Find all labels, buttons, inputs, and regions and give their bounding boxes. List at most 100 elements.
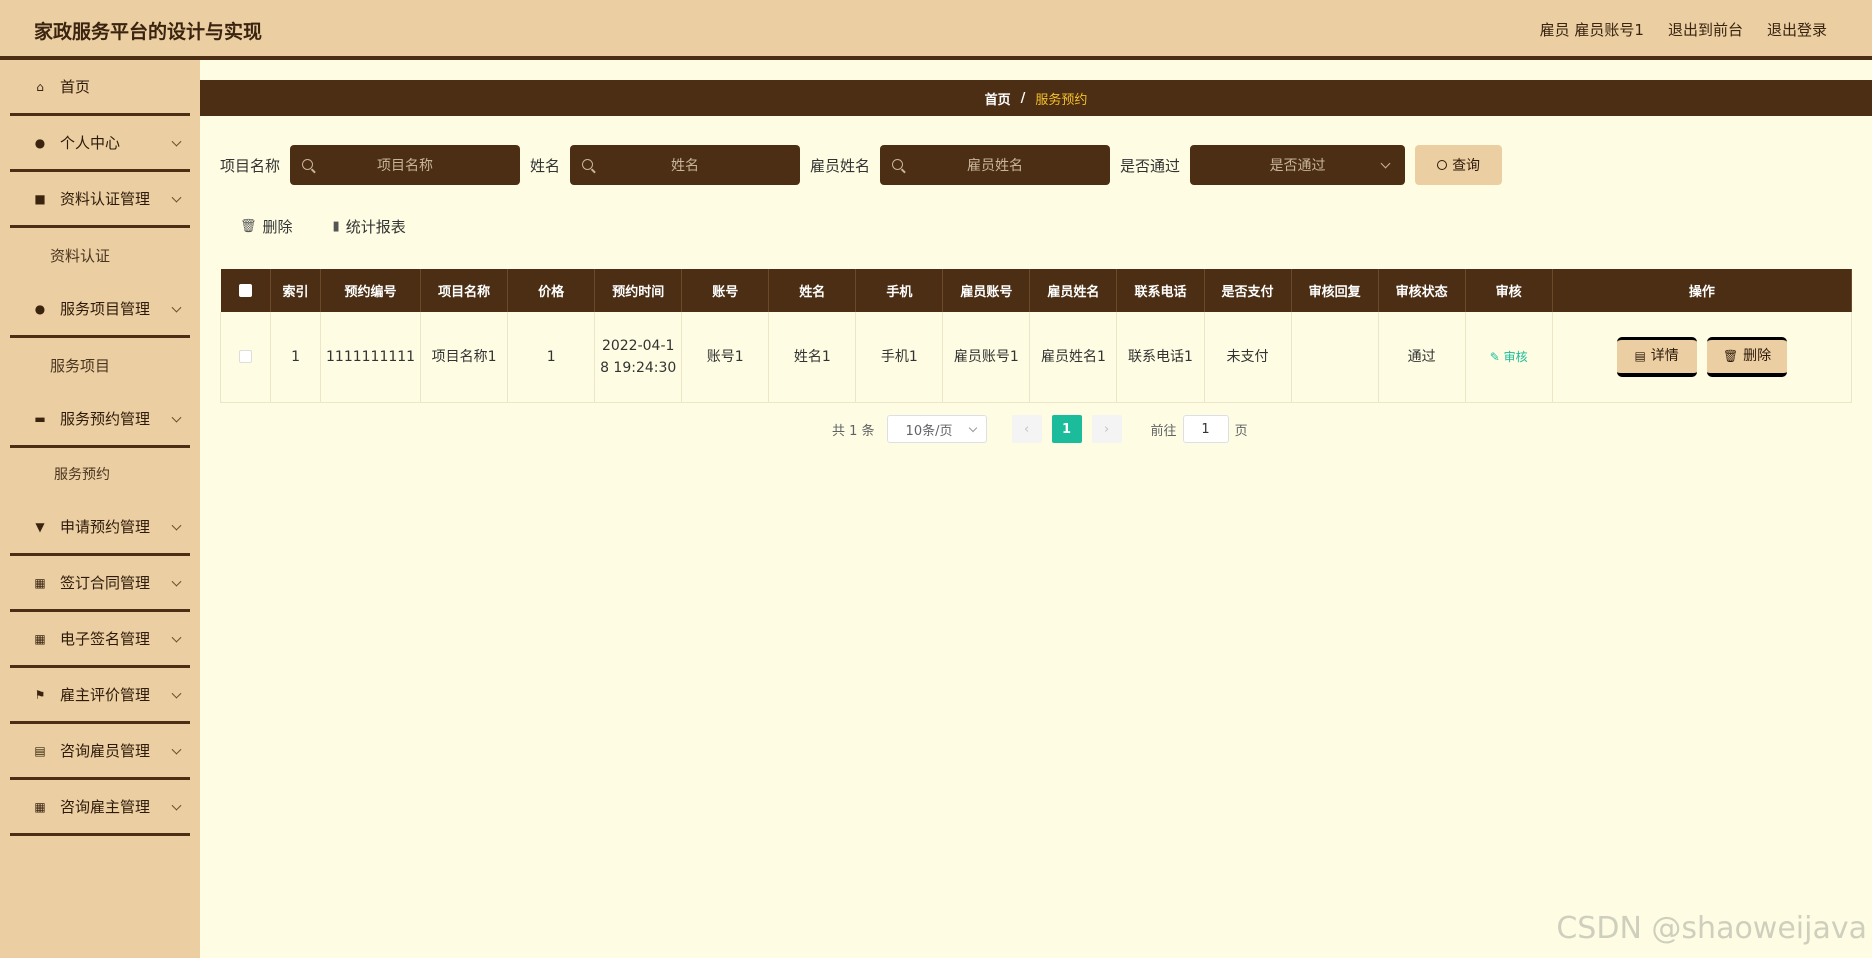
sidebar-item-consult-employer[interactable]: ▦ 咨询雇主管理	[10, 780, 190, 836]
bar-chart-icon: ▮	[332, 219, 340, 234]
breadcrumb-home[interactable]: 首页	[985, 89, 1011, 108]
row-select-cell[interactable]	[219, 312, 272, 403]
goto-page: 前往 1 页	[1151, 415, 1248, 443]
employee-name-search-input[interactable]: 雇员姓名	[880, 145, 1111, 185]
chevron-down-icon	[171, 688, 182, 699]
cell-reply	[1291, 312, 1379, 403]
grid-icon: ▦	[34, 799, 46, 814]
chevron-down-icon	[171, 576, 182, 587]
current-user: 雇员 雇员账号1	[1539, 21, 1644, 39]
breadcrumb: 首页 / 服务预约	[200, 80, 1872, 116]
trash-icon: 🗑	[240, 219, 257, 234]
select-all-checkbox[interactable]	[238, 284, 252, 297]
column-header: 手机	[855, 269, 944, 312]
logout-link[interactable]: 退出登录	[1767, 19, 1827, 40]
column-header: 价格	[507, 269, 596, 312]
chevron-down-icon	[171, 412, 182, 423]
trash-icon: 🗑	[1722, 349, 1739, 364]
sidebar: ⌂ 首页 ● 个人中心 ■ 资料认证管理 资料认证 ● 服务项目管理 服务项目 …	[0, 60, 200, 958]
passed-select[interactable]: 是否通过	[1190, 145, 1406, 185]
grid-icon: ▦	[34, 631, 46, 646]
sidebar-item-home[interactable]: ⌂ 首页	[10, 60, 190, 116]
next-page-button[interactable]: ›	[1091, 415, 1122, 443]
page-number-button[interactable]: 1	[1051, 415, 1082, 443]
chevron-left-icon: ‹	[1023, 421, 1030, 437]
select-all-cell[interactable]	[220, 269, 272, 312]
batch-delete-button[interactable]: 🗑 删除	[240, 216, 293, 237]
sidebar-item-booking[interactable]: ▬ 服务预约管理	[10, 392, 190, 448]
column-header: 账号	[681, 269, 770, 312]
cell-price: 1	[507, 312, 596, 403]
chevron-down-icon	[171, 632, 182, 643]
cell-paid: 未支付	[1204, 312, 1292, 403]
column-header: 姓名	[768, 269, 857, 312]
sidebar-item-services[interactable]: ● 服务项目管理	[10, 282, 190, 338]
flag-icon: ▼	[35, 519, 45, 534]
chevron-down-icon	[1380, 158, 1391, 169]
pagination-total: 共 1 条	[832, 423, 875, 439]
chevron-down-icon	[968, 423, 977, 433]
prev-page-button[interactable]: ‹	[1011, 415, 1042, 443]
chevron-down-icon	[171, 302, 182, 313]
grid-icon: ▦	[34, 575, 46, 590]
cell-operations: ▤ 详情 🗑 删除	[1552, 312, 1853, 403]
breadcrumb-current: 服务预约	[1035, 92, 1088, 108]
search-icon	[892, 159, 904, 170]
passed-label: 是否通过	[1120, 156, 1181, 175]
column-header: 雇员账号	[942, 269, 1031, 312]
home-icon: ⌂	[36, 79, 44, 94]
back-to-front-link[interactable]: 退出到前台	[1668, 19, 1743, 40]
page-size-select[interactable]: 10条/页	[886, 415, 987, 443]
sidebar-subitem-certification[interactable]: 资料认证	[10, 228, 190, 282]
column-header: 预约时间	[594, 269, 683, 312]
delete-button[interactable]: 🗑 删除	[1707, 336, 1788, 377]
name-label: 姓名	[530, 156, 561, 175]
project-search-input[interactable]: 项目名称	[290, 145, 521, 185]
name-search-input[interactable]: 姓名	[570, 145, 801, 185]
search-icon	[582, 159, 594, 170]
sidebar-item-certification[interactable]: ■ 资料认证管理	[10, 172, 190, 228]
row-checkbox[interactable]	[239, 350, 252, 364]
cell-account: 账号1	[681, 312, 770, 403]
sidebar-item-signature[interactable]: ▦ 电子签名管理	[10, 612, 190, 668]
tag-icon: ▬	[34, 411, 46, 426]
edit-icon: ✎	[1489, 349, 1504, 364]
query-button[interactable]: 查询	[1415, 145, 1503, 185]
cell-phone: 手机1	[855, 312, 944, 403]
search-icon	[302, 159, 314, 170]
sidebar-subitem-services[interactable]: 服务项目	[10, 338, 190, 392]
sidebar-item-consult-employee[interactable]: ▤ 咨询雇员管理	[10, 724, 190, 780]
column-header: 雇员姓名	[1029, 269, 1118, 312]
chevron-down-icon	[171, 520, 182, 531]
booking-table: 索引 预约编号 项目名称 价格 预约时间 账号 姓名 手机 雇员账号 雇员姓名 …	[219, 269, 1853, 403]
chevron-down-icon	[171, 192, 182, 203]
column-header: 审核	[1465, 269, 1553, 312]
cell-time: 2022-04-18 19:24:30	[594, 312, 683, 403]
briefcase-icon: ■	[34, 191, 46, 206]
chevron-down-icon	[171, 800, 182, 811]
cell-booking-no: 1111111111	[320, 312, 422, 403]
table-row: 1 1111111111 项目名称1 1 2022-04-18 19:24:30…	[219, 312, 1853, 403]
goto-page-input[interactable]: 1	[1182, 415, 1229, 443]
search-form: 项目名称 项目名称 姓名 姓名 雇员姓名 雇员姓名 是否通过 是否通过 查询	[220, 145, 1503, 185]
column-header: 索引	[270, 269, 322, 312]
column-header: 是否支付	[1204, 269, 1292, 312]
employee-name-label: 雇员姓名	[810, 156, 871, 175]
top-header: 家政服务平台的设计与实现 雇员 雇员账号1 退出到前台 退出登录	[0, 0, 1872, 60]
breadcrumb-separator: /	[1020, 90, 1026, 106]
sidebar-item-apply[interactable]: ▼ 申请预约管理	[10, 500, 190, 556]
sidebar-item-contract[interactable]: ▦ 签订合同管理	[10, 556, 190, 612]
cell-emp-name: 雇员姓名1	[1029, 312, 1118, 403]
sidebar-item-profile[interactable]: ● 个人中心	[10, 116, 190, 172]
column-header: 预约编号	[320, 269, 422, 312]
sidebar-item-review[interactable]: ⚑ 雇主评价管理	[10, 668, 190, 724]
sidebar-subitem-booking[interactable]: 服务预约	[10, 448, 190, 500]
detail-button[interactable]: ▤ 详情	[1616, 336, 1697, 377]
flag-icon: ⚑	[34, 687, 46, 702]
report-button[interactable]: ▮ 统计报表	[333, 216, 406, 237]
column-header: 联系电话	[1116, 269, 1205, 312]
chevron-right-icon: ›	[1103, 421, 1110, 437]
page-unit: 页	[1234, 423, 1248, 439]
cell-status: 通过	[1378, 312, 1466, 403]
audit-link[interactable]: ✎ 审核	[1490, 350, 1528, 364]
